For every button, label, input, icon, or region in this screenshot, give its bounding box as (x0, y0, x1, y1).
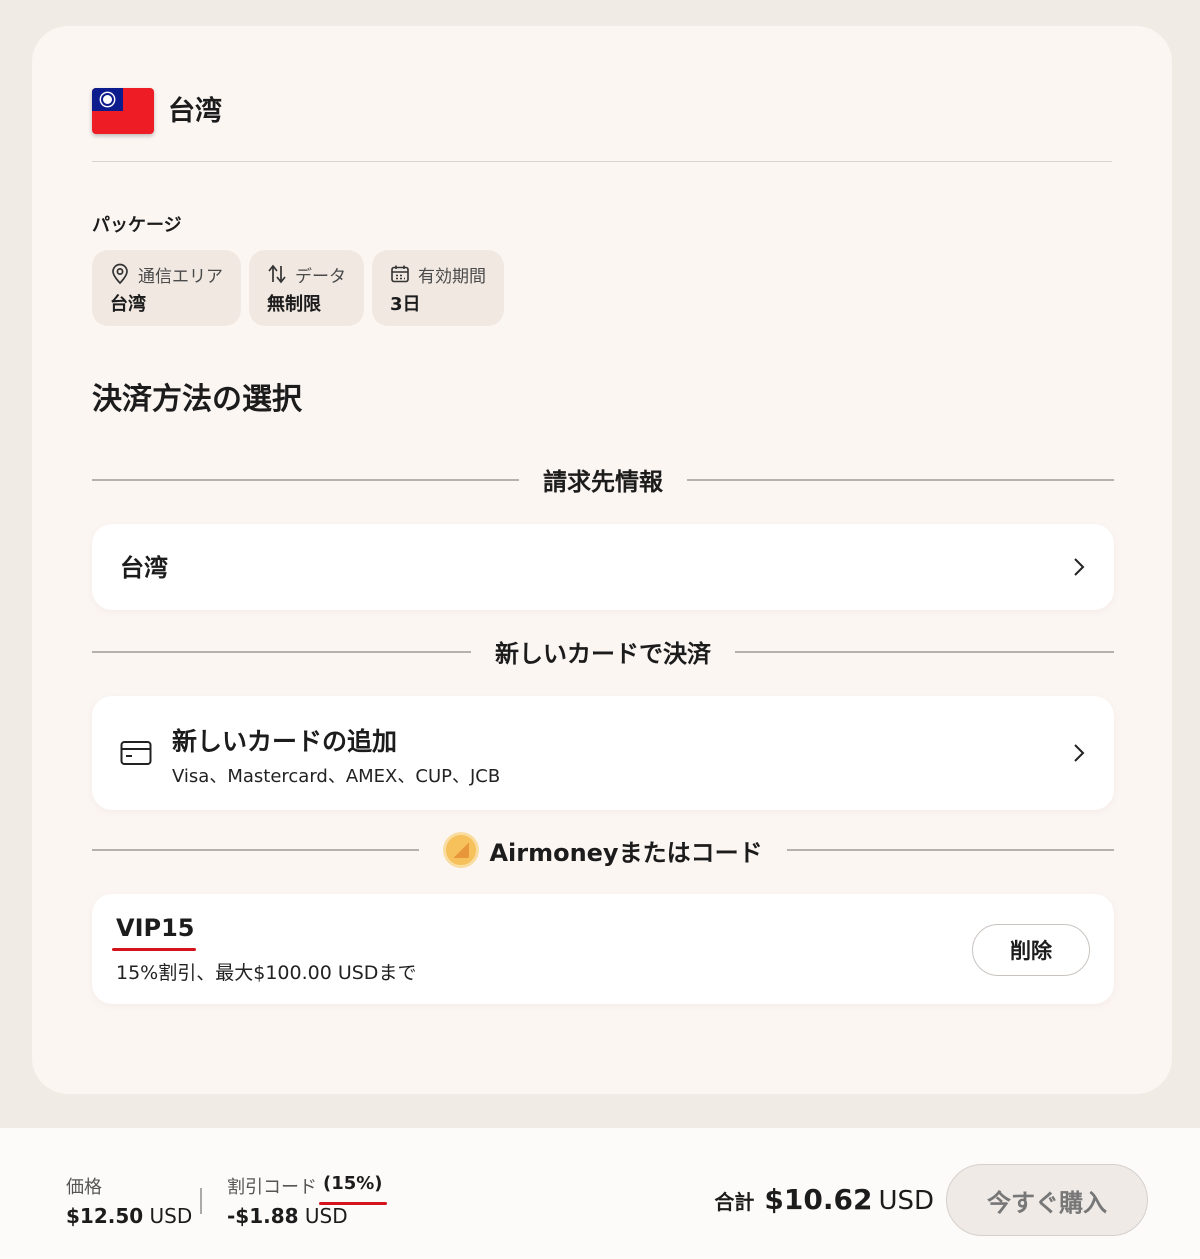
chip-coverage-value: 台湾 (110, 294, 146, 315)
price-label: 価格 (66, 1177, 102, 1198)
billing-region-value: 台湾 (120, 554, 168, 582)
total-label: 合計 (714, 1190, 755, 1214)
chevron-right-icon (1074, 558, 1085, 576)
promo-code-name: VIP15 (116, 914, 195, 942)
discount-percentage: (15%) (319, 1173, 387, 1205)
new-card-divider: 新しいカードで決済 (92, 634, 1114, 669)
billing-divider-label: 請求先情報 (543, 468, 663, 496)
promo-code-description: 15%割引、最大$100.00 USDまで (116, 962, 417, 984)
chip-coverage: 通信エリア 台湾 (92, 250, 241, 326)
chip-data-value: 無制限 (267, 294, 321, 315)
new-card-title: 新しいカードの追加 (172, 727, 398, 756)
remove-code-button[interactable]: 削除 (972, 924, 1090, 976)
buy-now-button[interactable]: 今すぐ購入 (946, 1164, 1148, 1236)
checkout-footer: 価格 $12.50 USD 割引コード (15%) -$1.88 USD 合計 … (0, 1128, 1200, 1259)
checkout-card: 台湾 パッケージ 通信エリア 台湾 データ 無制限 有効期間 3日 決済方法の選… (32, 26, 1172, 1094)
payment-method-title: 決済方法の選択 (92, 382, 302, 417)
taiwan-flag-icon (92, 88, 154, 134)
add-new-card-row[interactable]: 新しいカードの追加 Visa、Mastercard、AMEX、CUP、JCB (92, 696, 1114, 810)
chip-validity-title: 有効期間 (418, 266, 486, 287)
package-chips: 通信エリア 台湾 データ 無制限 有効期間 3日 (92, 250, 504, 326)
country-name: 台湾 (168, 96, 222, 127)
credit-card-icon (120, 741, 152, 765)
total-amount: $10.62 (764, 1183, 873, 1216)
chip-validity: 有効期間 3日 (372, 250, 504, 326)
total-currency: USD (878, 1186, 934, 1216)
chip-validity-value: 3日 (390, 294, 421, 315)
chip-data: データ 無制限 (249, 250, 364, 326)
data-arrows-icon (268, 264, 286, 284)
promo-code-card: VIP15 15%割引、最大$100.00 USDまで 削除 (92, 894, 1114, 1004)
location-pin-icon (112, 263, 128, 285)
billing-region-row[interactable]: 台湾 (92, 524, 1114, 610)
package-label: パッケージ (92, 215, 182, 236)
chevron-right-icon (1074, 744, 1085, 762)
discount-value: -$1.88 USD (227, 1204, 348, 1228)
airmoney-divider: Airmoneyまたはコード (92, 832, 1115, 868)
new-card-brands: Visa、Mastercard、AMEX、CUP、JCB (172, 766, 501, 787)
discount-label: 割引コード (15%) (227, 1173, 387, 1205)
new-card-divider-label: 新しいカードで決済 (495, 640, 711, 668)
chip-coverage-title: 通信エリア (138, 266, 223, 287)
calendar-icon (391, 265, 409, 283)
chip-data-title: データ (295, 266, 346, 287)
footer-separator (200, 1188, 202, 1214)
country-header: 台湾 (92, 88, 1112, 162)
airmoney-coin-icon (443, 832, 480, 868)
billing-divider: 請求先情報 (92, 462, 1114, 497)
total: 合計 $10.62 USD (714, 1183, 934, 1216)
airmoney-divider-label: Airmoneyまたはコード (489, 838, 763, 867)
promo-code-underline (112, 948, 196, 951)
price-value: $12.50 USD (66, 1204, 193, 1228)
